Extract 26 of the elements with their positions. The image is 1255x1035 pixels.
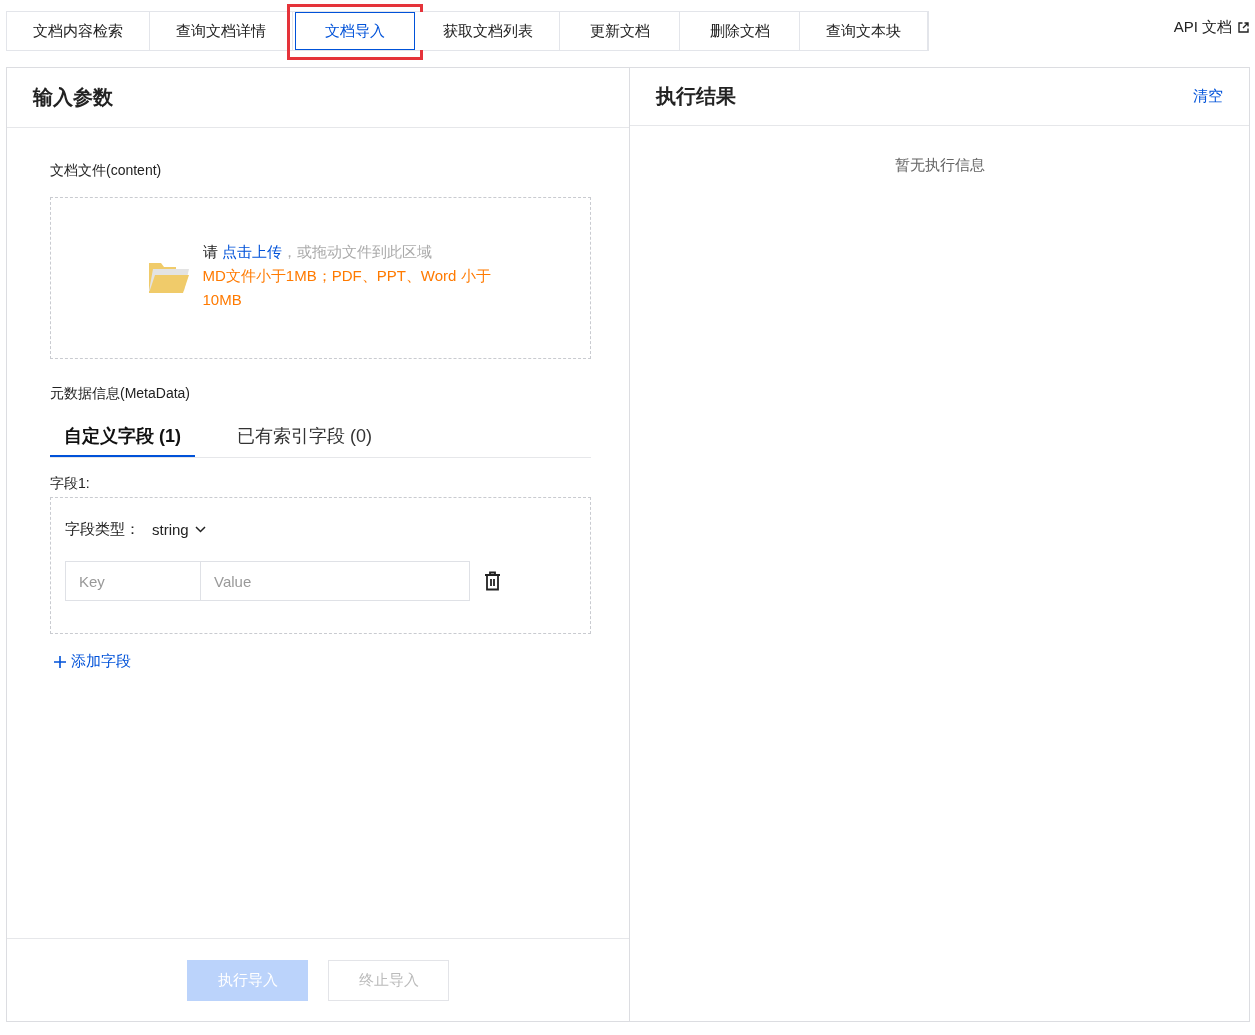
api-docs-link[interactable]: API 文档: [1173, 18, 1249, 37]
add-field-button[interactable]: 添加字段: [50, 652, 131, 671]
metadata-tab[interactable]: 已有索引字段 (0): [223, 417, 386, 457]
upload-hint: MD文件小于1MB；PDF、PPT、Word 小于10MB: [202, 266, 492, 310]
field-label: 字段1:: [50, 475, 91, 493]
upload-link[interactable]: 点击上传: [221, 243, 282, 260]
tab[interactable]: 文档导入: [295, 12, 415, 50]
upload-prompt: 请 点击上传，或拖动文件到此区域: [202, 242, 433, 262]
field-label: 文档文件(content): [50, 162, 163, 180]
type-label: 字段类型：: [65, 520, 140, 539]
panel-title: 执行结果: [656, 84, 736, 109]
key-input[interactable]: Key: [65, 561, 201, 601]
external-link-icon: [1238, 22, 1249, 33]
panel-title: 输入参数: [33, 85, 113, 110]
plus-icon: [54, 655, 66, 668]
folder-icon: [148, 261, 189, 295]
metadata-tab[interactable]: 自定义字段 (1): [50, 417, 195, 457]
chevron-down-icon: [194, 526, 206, 533]
clear-link[interactable]: 清空: [1193, 87, 1223, 106]
value-input[interactable]: Value: [200, 561, 470, 601]
trash-icon[interactable]: [484, 571, 501, 591]
upload-area[interactable]: 请 点击上传，或拖动文件到此区域 MD文件小于1MB；PDF、PPT、Word 小于10MB: [50, 197, 591, 359]
tab[interactable]: 获取文档列表: [417, 12, 560, 50]
empty-message: 暂无执行信息: [893, 156, 986, 175]
type-select[interactable]: string: [148, 521, 206, 538]
field-label: 元数据信息(MetaData): [50, 385, 192, 403]
